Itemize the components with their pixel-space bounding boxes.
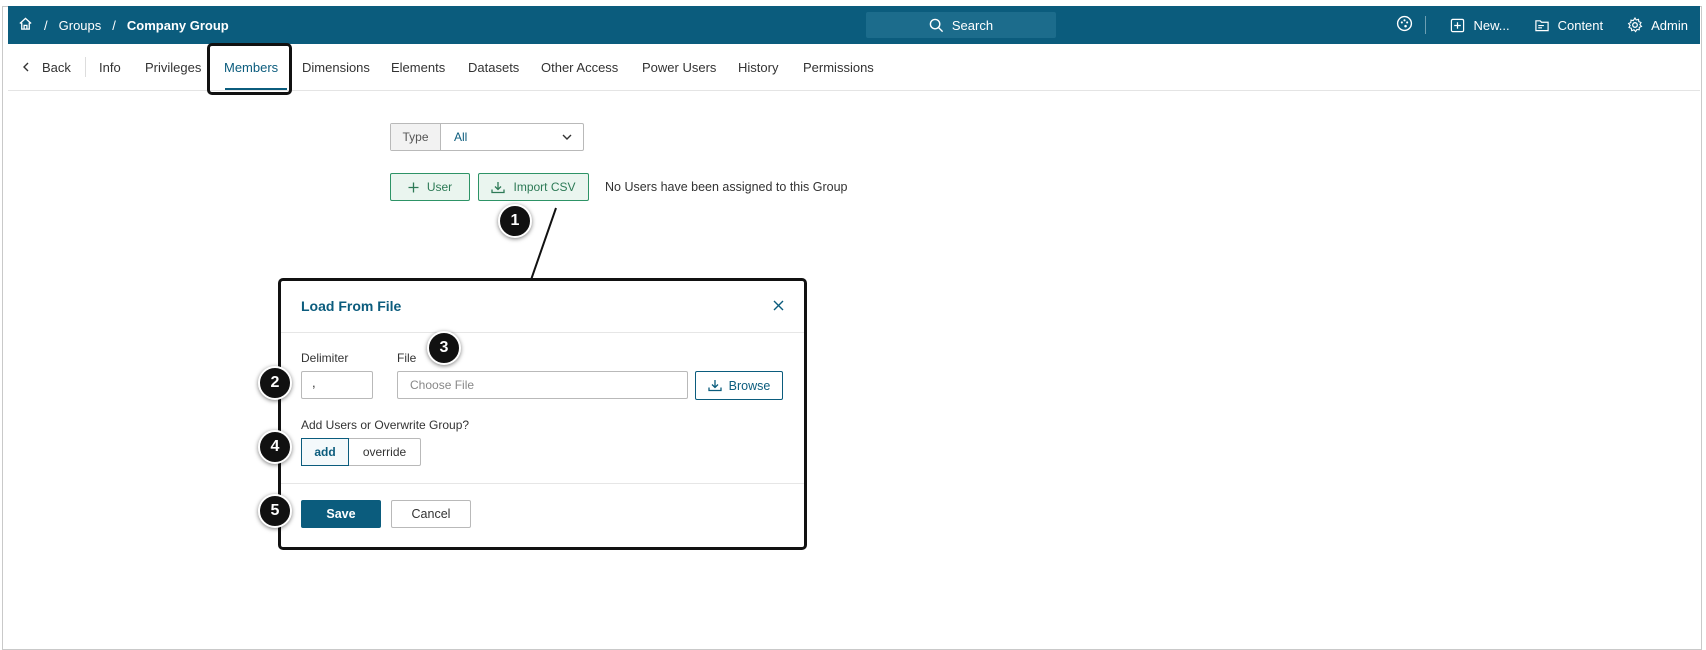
file-label: File — [397, 351, 417, 365]
type-label: Type — [391, 124, 441, 150]
type-value-wrapper[interactable]: All — [441, 124, 583, 150]
dialog-title: Load From File — [301, 298, 402, 314]
chevron-left-icon — [22, 44, 30, 91]
breadcrumb-groups[interactable]: Groups — [59, 18, 102, 33]
top-right-nav: New... Content Admin — [1396, 6, 1688, 44]
plus-icon — [408, 182, 419, 192]
cancel-button[interactable]: Cancel — [391, 500, 471, 528]
search-icon — [929, 18, 943, 32]
file-field[interactable]: Choose File — [397, 371, 688, 399]
palette-icon[interactable] — [1396, 15, 1413, 35]
divider — [1425, 16, 1427, 34]
admin-button[interactable]: Admin — [1627, 17, 1688, 33]
import-csv-label: Import CSV — [513, 180, 576, 194]
tab-elements[interactable]: Elements — [391, 44, 445, 91]
mode-question: Add Users or Overwrite Group? — [301, 418, 470, 432]
back-button[interactable]: Back — [22, 44, 71, 91]
delimiter-field[interactable]: , — [301, 371, 373, 399]
gear-icon — [1627, 17, 1643, 33]
tab-dimensions[interactable]: Dimensions — [302, 44, 370, 91]
back-label: Back — [42, 60, 71, 75]
type-select[interactable]: Type All — [390, 123, 584, 151]
import-csv-button[interactable]: Import CSV — [478, 173, 589, 201]
save-button[interactable]: Save — [301, 500, 381, 528]
tab-other-access[interactable]: Other Access — [541, 44, 618, 91]
step-marker-1: 1 — [498, 204, 532, 238]
dialog-header: Load From File — [281, 281, 804, 333]
divider — [85, 57, 86, 77]
mode-override-button[interactable]: override — [349, 439, 420, 465]
breadcrumb-separator: / — [112, 17, 116, 33]
download-icon — [708, 380, 722, 392]
mode-toggle: add override — [301, 438, 421, 466]
content-button[interactable]: Content — [1534, 17, 1604, 33]
browse-button[interactable]: Browse — [695, 371, 783, 400]
tab-datasets[interactable]: Datasets — [468, 44, 519, 91]
search-label: Search — [951, 17, 994, 33]
folder-icon — [1534, 19, 1549, 31]
highlight-members-tab — [207, 43, 292, 95]
empty-message: No Users have been assigned to this Grou… — [605, 180, 848, 194]
search-button[interactable]: Search — [866, 12, 1056, 38]
close-icon[interactable] — [773, 298, 784, 316]
tab-permissions[interactable]: Permissions — [803, 44, 874, 91]
browse-label: Browse — [728, 378, 771, 393]
content-label: Content — [1557, 17, 1604, 33]
step-marker-5: 5 — [258, 494, 292, 528]
step-marker-3: 3 — [427, 331, 461, 365]
admin-label: Admin — [1651, 17, 1688, 33]
breadcrumb: / Groups / Company Group — [18, 6, 229, 44]
top-bar: / Groups / Company Group Search New... C… — [8, 6, 1700, 44]
tab-power-users[interactable]: Power Users — [642, 44, 716, 91]
breadcrumb-separator: / — [44, 17, 48, 33]
tab-privileges[interactable]: Privileges — [145, 44, 201, 91]
mode-add-button[interactable]: add — [301, 438, 349, 466]
download-icon — [491, 181, 506, 193]
new-label: New... — [1473, 17, 1510, 33]
tab-history[interactable]: History — [738, 44, 778, 91]
breadcrumb-current: Company Group — [126, 17, 229, 33]
app-frame — [2, 6, 1702, 650]
delimiter-label: Delimiter — [301, 351, 349, 365]
step-marker-2: 2 — [258, 366, 292, 400]
tab-info[interactable]: Info — [99, 44, 121, 91]
dialog-footer-divider — [281, 483, 804, 484]
user-label: User — [426, 180, 453, 194]
home-icon[interactable] — [18, 16, 33, 34]
add-user-button[interactable]: User — [390, 173, 470, 201]
chevron-down-icon — [562, 134, 572, 140]
new-button[interactable]: New... — [1450, 17, 1510, 33]
load-from-file-dialog: Load From File Delimiter File , Choose F… — [278, 278, 807, 550]
type-value: All — [454, 130, 468, 144]
step-marker-4: 4 — [258, 430, 292, 464]
plus-square-icon — [1451, 18, 1465, 32]
